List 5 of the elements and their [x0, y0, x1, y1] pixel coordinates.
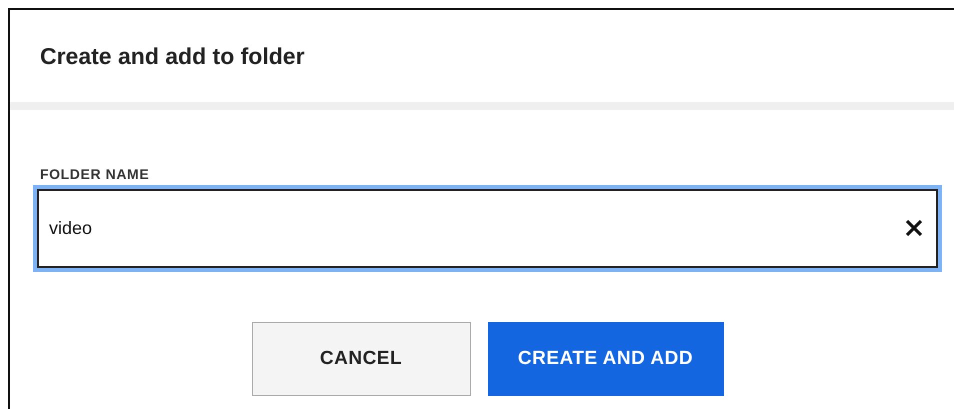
create-button[interactable]: CREATE AND ADD	[488, 322, 724, 396]
close-icon[interactable]	[904, 218, 924, 238]
field-label: FOLDER NAME	[40, 166, 150, 182]
dialog-title: Create and add to folder	[40, 42, 305, 70]
cancel-button[interactable]: CANCEL	[252, 322, 470, 396]
